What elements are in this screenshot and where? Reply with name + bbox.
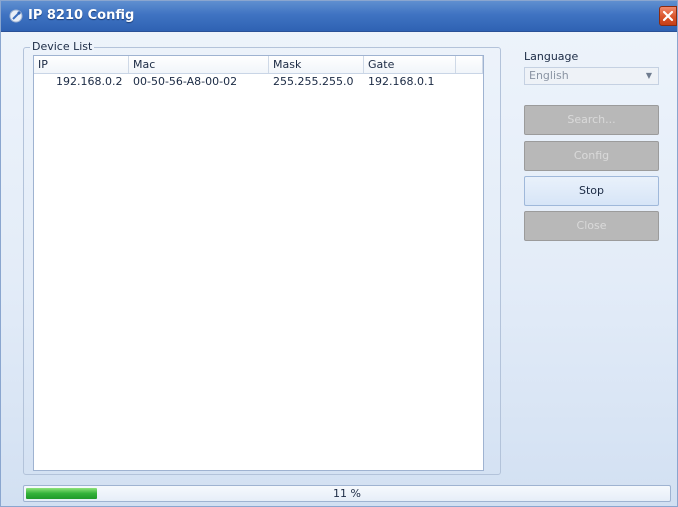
progress-bar: 11 % [23,485,671,502]
language-label: Language [524,50,579,63]
app-icon [9,9,23,23]
column-header-mask[interactable]: Mask [269,56,364,73]
language-selected-value: English [529,69,569,82]
title-bar[interactable]: IP 8210 Config [1,1,677,32]
row-mac: 00-50-56-A8-00-02 [133,75,238,88]
progress-text: 11 % [333,487,361,500]
language-select[interactable]: English ▼ [524,67,659,85]
close-icon [662,10,674,22]
close-window-button[interactable] [659,6,677,26]
row-mask: 255.255.255.0 [273,75,354,88]
column-header-mac[interactable]: Mac [129,56,269,73]
device-list-view[interactable]: IP Mac Mask Gate 192.168.0.2 00-50-56-A8… [33,55,484,471]
column-header-extra[interactable] [456,56,483,73]
device-list-label: Device List [30,40,95,53]
config-button[interactable]: Config [524,141,659,171]
chevron-down-icon: ▼ [645,71,652,80]
stop-button[interactable]: Stop [524,176,659,206]
table-row[interactable]: 192.168.0.2 00-50-56-A8-00-02 255.255.25… [34,74,483,90]
close-button[interactable]: Close [524,211,659,241]
row-gate: 192.168.0.1 [368,75,435,88]
column-header-gate[interactable]: Gate [364,56,456,73]
window-title: IP 8210 Config [28,8,135,23]
main-window: IP 8210 Config Device List IP Mac Mask G… [0,0,678,507]
row-ip: 192.168.0.2 [56,75,123,88]
search-button[interactable]: Search... [524,105,659,135]
device-list-header: IP Mac Mask Gate [34,56,483,74]
column-header-ip[interactable]: IP [34,56,129,73]
